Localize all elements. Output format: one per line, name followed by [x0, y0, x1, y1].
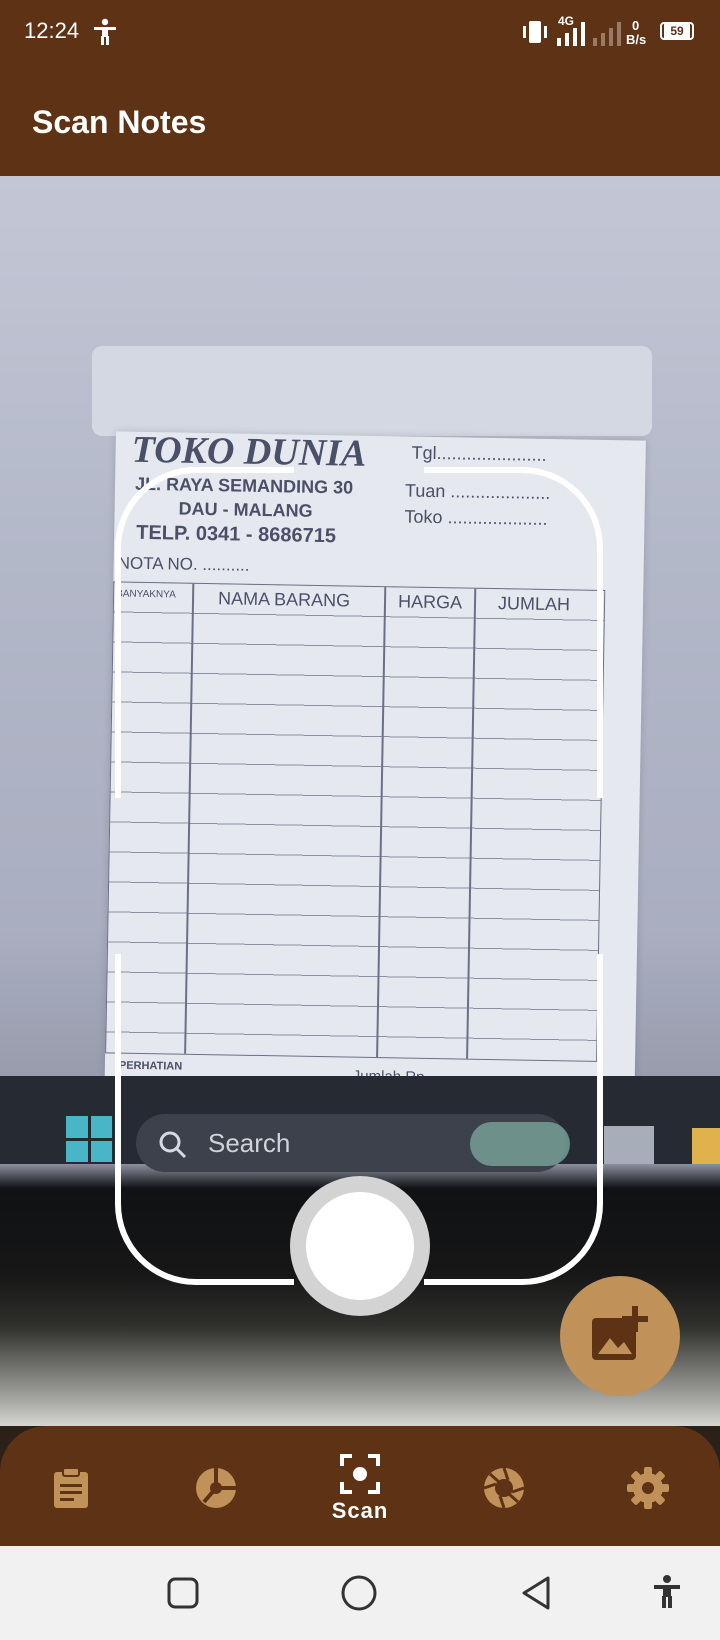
home-icon[interactable] [340, 1574, 378, 1612]
pie-chart-icon [196, 1468, 236, 1508]
capture-button[interactable] [290, 1176, 430, 1316]
bottom-navigation: Scan [0, 1426, 720, 1546]
signal-icon-sim2 [593, 22, 621, 46]
vibrate-icon [523, 21, 547, 43]
nav-camera[interactable] [432, 1426, 576, 1546]
status-time: 12:24 [24, 18, 80, 43]
system-navigation-bar [0, 1546, 720, 1640]
net-speed-unit: B/s [626, 32, 647, 47]
taskbar-app-icon [604, 1126, 654, 1164]
nav-stats[interactable] [144, 1426, 288, 1546]
signal-icon [557, 22, 585, 46]
clipboard-icon [54, 1467, 88, 1508]
add-photo-icon [592, 1306, 648, 1360]
nav-scan[interactable]: Scan [288, 1426, 432, 1546]
capture-button-inner [306, 1192, 414, 1300]
add-image-button[interactable] [560, 1276, 680, 1396]
windows-icon [66, 1116, 112, 1162]
battery-icon: 59 [660, 22, 694, 40]
accessibility-icon [94, 18, 116, 45]
paper-roll [92, 346, 652, 436]
status-bar: 12:24 4G 0 B/s 59 [0, 0, 720, 66]
nav-settings[interactable] [576, 1426, 720, 1546]
nav-notes[interactable] [0, 1426, 144, 1546]
receipt-date: Tgl...................... [411, 442, 547, 465]
accessibility-nav-icon[interactable] [652, 1574, 682, 1610]
net-speed-value: 0 [632, 18, 640, 33]
app-bar: Scan Notes [0, 66, 720, 176]
nav-scan-label: Scan [331, 1498, 389, 1523]
back-icon[interactable] [518, 1574, 554, 1612]
scan-frame [115, 467, 603, 1285]
gear-icon [627, 1467, 669, 1509]
taskbar-folder-icon [692, 1128, 720, 1164]
page-title: Scan Notes [32, 104, 207, 140]
aperture-icon [483, 1467, 525, 1509]
battery-level: 59 [664, 24, 690, 38]
scan-icon [340, 1454, 380, 1494]
recents-icon[interactable] [166, 1576, 200, 1610]
